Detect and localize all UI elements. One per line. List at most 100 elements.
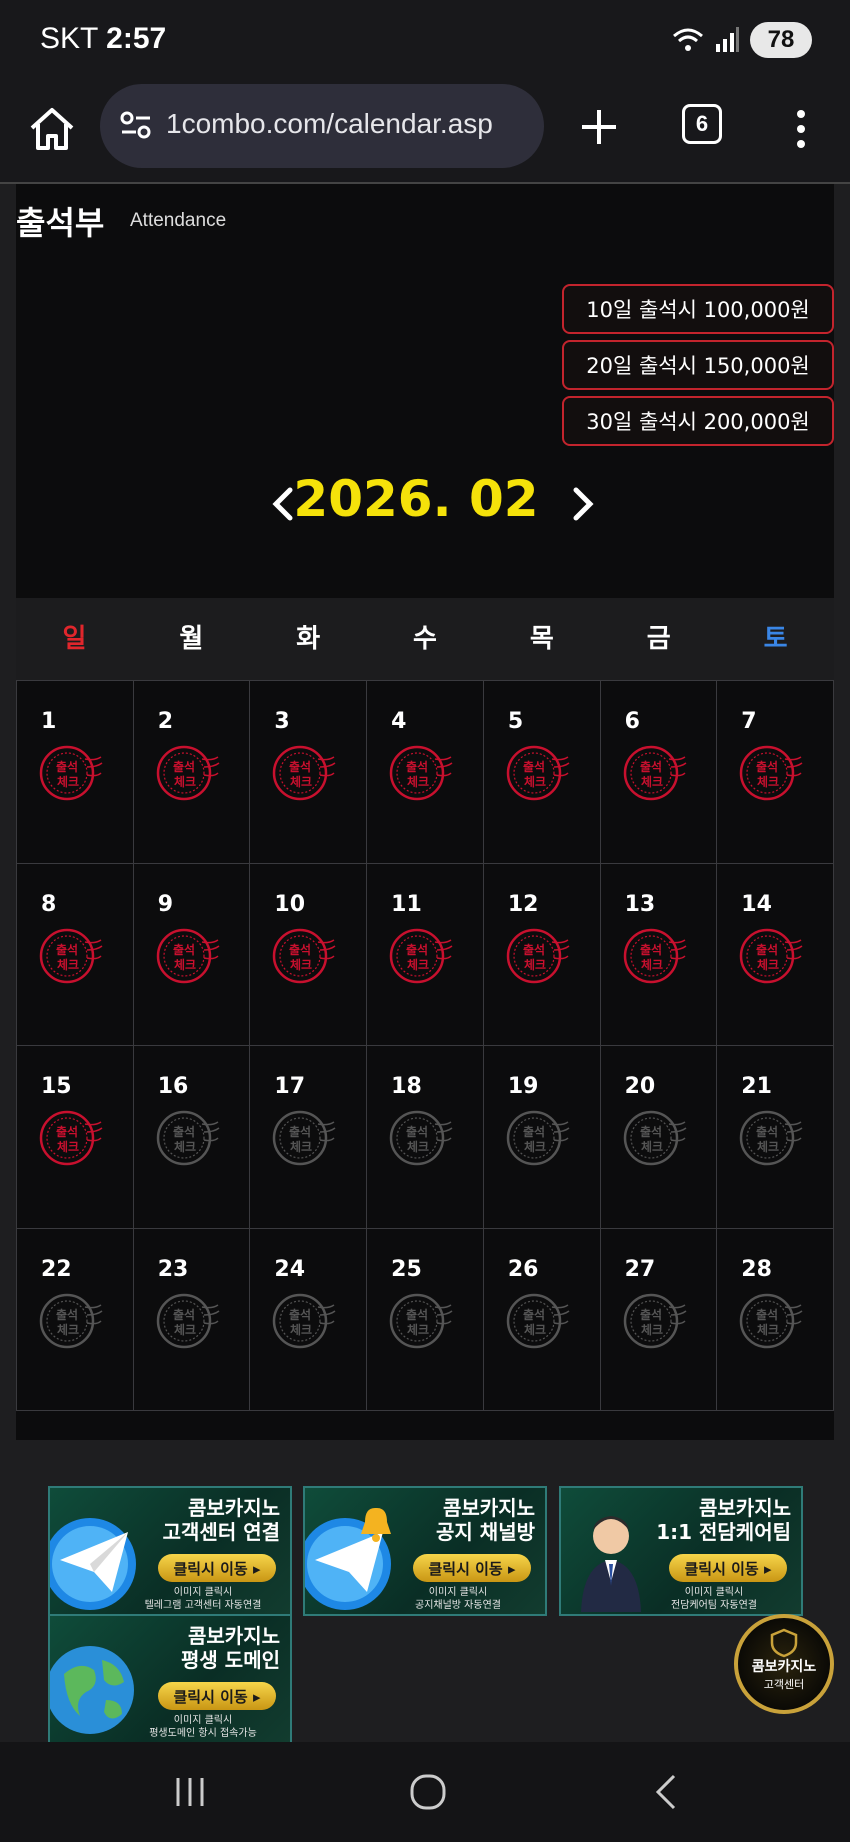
stamp-text-bottom: 체크 [174,957,196,972]
calendar-day-cell[interactable]: 17 출석 체크 [250,1046,368,1229]
banner-title: 콤보카지노 1:1 전담케어팀 [656,1496,791,1544]
stamp-text-top: 출석 [56,1124,78,1139]
calendar-day-cell[interactable]: 5 출석 체크 [483,681,601,864]
calendar-day-cell[interactable]: 10 출석 체크 [250,863,368,1046]
calendar-day-cell[interactable]: 7 출석 체크 [717,681,834,864]
stamp-text-bottom: 체크 [174,774,196,789]
calendar-grid: 1 출석 체크 2 출석 체크 3 출석 체크 4 출석 체크 5 출석 체크 6 출석 체크 7 출석 체크 8 출석 체크… [16,680,834,1411]
calendar-day-cell[interactable]: 6 출석 체크 [600,681,718,864]
stamp-text-bottom: 체크 [524,957,546,972]
site-settings-icon[interactable] [118,108,154,144]
home-icon[interactable] [26,104,78,156]
stamp-text-bottom: 체크 [57,957,79,972]
badge-line2: 고객센터 [763,1678,805,1691]
banner-title: 콤보카지노 평생 도메인 [181,1624,280,1672]
banner-go-button[interactable]: 클릭시 이동 ▸ [669,1554,787,1582]
more-menu-icon[interactable] [786,104,816,154]
calendar-day-cell[interactable]: 26 출석 체크 [483,1228,601,1411]
clock: 2:57 [106,22,167,55]
calendar-day-cell[interactable]: 25 출석 체크 [367,1228,484,1411]
day-number: 27 [624,1256,656,1282]
new-tab-icon[interactable] [574,102,624,152]
calendar-day-cell[interactable]: 18 출석 체크 [367,1046,484,1229]
attendance-stamp-unchecked-icon: 출석체크 [156,1293,220,1348]
banner-care-team[interactable]: 콤보카지노 1:1 전담케어팀 클릭시 이동 ▸ 이미지 클릭시 전담케어팀 자동연… [559,1486,803,1616]
calendar-day-cell[interactable]: 4 출석 체크 [367,681,484,864]
back-icon[interactable] [648,1772,688,1812]
banner-notice-channel[interactable]: 콤보카지노 공지 채널방 클릭시 이동 ▸ 이미지 클릭시 공지채널방 자동연결 [303,1486,547,1616]
attendance-stamp-unchecked-icon: 출석체크 [273,1110,336,1166]
calendar-day-cell[interactable]: 9 출석 체크 [133,863,251,1046]
battery-indicator: 78 [750,22,812,58]
weekday-fri: 금 [646,624,671,654]
calendar-day-cell[interactable]: 21 출석 체크 [717,1046,834,1229]
stamp-text-bottom: 체크 [407,774,429,789]
day-number: 17 [274,1074,306,1099]
banner-permanent-domain[interactable]: 콤보카지노 평생 도메인 클릭시 이동 ▸ 이미지 클릭시 평생도메인 항시 접속가… [48,1614,292,1744]
day-number: 26 [507,1256,539,1282]
calendar-day-cell[interactable]: 28 출석 체크 [717,1228,834,1411]
stamp-text-top: 출석 [523,1124,545,1139]
calendar-day-cell[interactable]: 11 출석 체크 [367,863,484,1046]
weekday-sat: 토 [763,624,788,654]
day-number: 24 [274,1256,306,1282]
banner-go-button[interactable]: 클릭시 이동 ▸ [158,1554,276,1582]
recent-apps-icon[interactable] [170,1772,210,1812]
next-month-icon[interactable] [568,484,598,524]
calendar-day-cell[interactable]: 27 출석 체크 [600,1228,718,1411]
stamp-text-bottom: 체크 [641,774,663,789]
day-number: 8 [41,891,57,917]
stamp-text-top: 출석 [640,1124,662,1139]
calendar-day-cell[interactable]: 15 출석 체크 [17,1046,134,1229]
day-number: 20 [624,1074,656,1099]
customer-center-badge[interactable]: 콤보카지노 고객센터 [734,1614,834,1714]
stamp-text-top: 출석 [173,1307,195,1322]
calendar-day-cell[interactable]: 2 출석 체크 [133,681,251,864]
attendance-stamp-unchecked-icon: 출석체크 [156,1110,220,1166]
attendance-stamp-unchecked-icon: 출석체크 [740,1110,803,1166]
attendance-stamp-unchecked-icon: 출석체크 [506,1293,570,1348]
status-icons: 78 [672,22,812,58]
calendar-day-cell[interactable]: 16 출석 체크 [133,1046,251,1229]
home-nav-icon[interactable] [408,1772,448,1812]
calendar-day-cell[interactable]: 24 출석 체크 [250,1228,368,1411]
calendar-day-cell[interactable]: 13 출석 체크 [600,863,718,1046]
page-subtitle: Attendance [130,210,227,231]
attendance-stamp-checked-icon: 출석체크 [506,745,570,801]
day-number: 10 [274,891,306,917]
day-number: 16 [157,1074,189,1099]
stamp-text-top: 출석 [289,1307,311,1322]
weekday-tue: 화 [296,624,321,654]
stamp-text-top: 출석 [640,942,662,957]
calendar-day-cell[interactable]: 3 출석 체크 [250,681,368,864]
day-number: 13 [624,891,656,917]
stamp-text-bottom: 체크 [641,1322,663,1337]
signal-icon [716,27,739,52]
calendar-day-cell[interactable]: 22 출석 체크 [17,1228,134,1411]
calendar-day-cell[interactable]: 20 출석 체크 [600,1046,718,1229]
tab-switcher-button[interactable]: 6 [682,104,722,144]
calendar-day-cell[interactable]: 8 출석 체크 [17,863,134,1046]
banner-go-button[interactable]: 클릭시 이동 ▸ [413,1554,531,1582]
stamp-text-top: 출석 [640,759,662,774]
calendar-day-cell[interactable]: 12 출석 체크 [483,863,601,1046]
banner-caption: 이미지 클릭시 평생도메인 항시 접속가능 [149,1715,257,1739]
day-number: 3 [274,709,290,734]
day-number: 15 [41,1074,72,1099]
calendar-day-cell[interactable]: 19 출석 체크 [483,1046,601,1229]
attendance-panel: 출석부 Attendance 10일 출석시 100,000원 20일 출석시 … [16,184,834,1440]
url-bar[interactable]: 1combo.com/calendar.asp [100,84,544,168]
calendar-day-cell[interactable]: 1 출석 체크 [17,681,134,864]
stamp-text-bottom: 체크 [641,957,663,972]
banner-go-button[interactable]: 클릭시 이동 ▸ [158,1682,276,1710]
attendance-stamp-checked-icon: 출석체크 [506,928,570,983]
month-navigation: 2026. 02 [16,464,834,544]
calendar-day-cell[interactable]: 23 출석 체크 [133,1228,251,1411]
stamp-text-bottom: 체크 [290,1139,312,1154]
attendance-stamp-checked-icon: 출석체크 [156,928,220,983]
stamp-text-top: 출석 [173,942,195,957]
banner-customer-center[interactable]: 콤보카지노 고객센터 연결 클릭시 이동 ▸ 이미지 클릭시 텔레그램 고객센터 자… [48,1486,292,1616]
stamp-text-bottom: 체크 [57,774,79,789]
calendar-day-cell[interactable]: 14 출석 체크 [717,863,834,1046]
url-text[interactable]: 1combo.com/calendar.asp [166,108,493,140]
